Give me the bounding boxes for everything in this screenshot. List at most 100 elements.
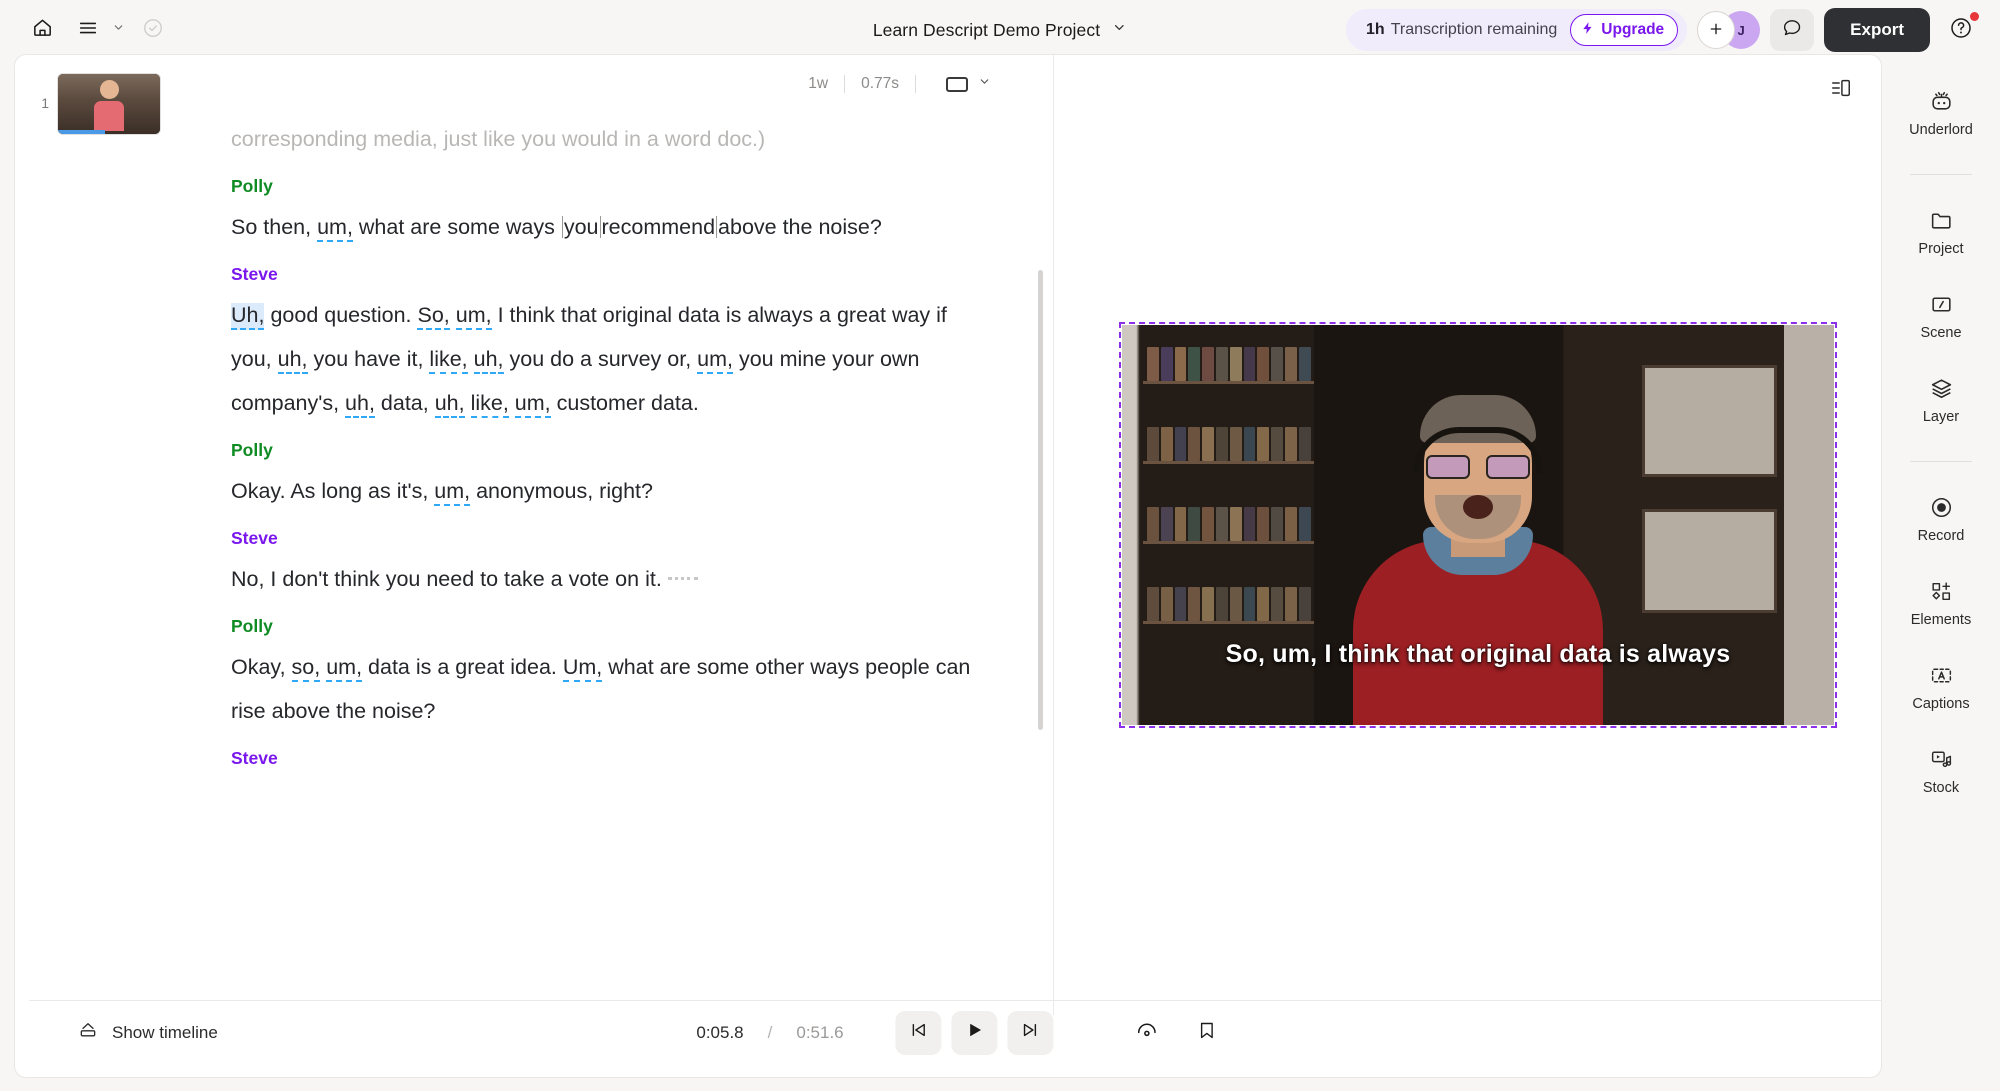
transcript-word-run[interactable]: customer data. xyxy=(551,391,699,415)
video-caption[interactable]: So, um, I think that original data is al… xyxy=(1122,640,1834,669)
filler-word[interactable]: like, xyxy=(470,391,509,418)
transcript-paragraph[interactable]: Polly So then, um, what are some ways you… xyxy=(231,171,973,249)
thumbnail-number: 1 xyxy=(41,95,49,111)
menu-button[interactable] xyxy=(68,10,108,50)
filler-word[interactable]: like, xyxy=(429,347,468,374)
sidebar-item-label: Record xyxy=(1917,528,1965,544)
transcript-word-run[interactable]: So then, xyxy=(231,215,317,239)
transcript-word-run[interactable]: data, xyxy=(375,391,435,415)
paragraph-text[interactable]: Okay. As long as it's, um, anonymous, ri… xyxy=(231,469,973,513)
transcript-paragraph[interactable]: Steve No, I don't think you need to take … xyxy=(231,523,973,601)
upgrade-label: Upgrade xyxy=(1601,21,1665,38)
transcript-paragraph[interactable]: Polly Okay. As long as it's, um, anonymou… xyxy=(231,435,973,513)
sidebar-item-captions[interactable]: Captions xyxy=(1895,662,1987,712)
speaker-label[interactable]: Polly xyxy=(231,171,973,201)
filler-word[interactable]: uh, xyxy=(434,391,465,418)
transcript-text[interactable]: corresponding media, just like you would… xyxy=(183,117,1053,1015)
transcript-word-run[interactable] xyxy=(468,347,474,371)
word-gap-marker[interactable] xyxy=(667,577,698,580)
upgrade-button[interactable]: Upgrade xyxy=(1570,14,1679,46)
time-separator: / xyxy=(767,1022,773,1042)
sidebar-item-stock[interactable]: Stock xyxy=(1895,746,1987,796)
transcript-word-run[interactable]: corresponding media, just like you would… xyxy=(231,127,765,151)
sidebar-item-project[interactable]: Project xyxy=(1895,207,1987,257)
transcript-word-run[interactable] xyxy=(509,391,515,415)
filler-word[interactable]: uh, xyxy=(345,391,375,418)
transcript-word-run[interactable]: Okay. As long as it's, xyxy=(231,479,434,503)
transcript-word-run[interactable]: above the noise? xyxy=(718,215,882,239)
paragraph-text[interactable]: Okay, so, um, data is a great idea. Um, … xyxy=(231,645,973,733)
transcript-paragraph[interactable]: Steve Uh, good question. So, um, I think … xyxy=(231,259,973,425)
comments-button[interactable] xyxy=(1770,9,1815,51)
page-title[interactable]: Learn Descript Demo Project xyxy=(873,20,1100,41)
transcript-word-run[interactable]: good question. xyxy=(264,303,417,327)
transcript-scrollbar[interactable] xyxy=(1038,270,1043,730)
bookmark-button[interactable] xyxy=(1184,1011,1230,1055)
show-timeline-button[interactable]: Show timeline xyxy=(77,1020,218,1045)
speaker-label[interactable]: Polly xyxy=(231,611,973,641)
filler-word[interactable]: uh, xyxy=(277,347,308,374)
transcript-word-run[interactable]: Okay, xyxy=(231,655,292,679)
save-status-button[interactable] xyxy=(133,10,173,50)
playback-speed-button[interactable] xyxy=(1124,1011,1170,1055)
transcript-paragraph[interactable]: Steve xyxy=(231,743,973,773)
speaker-label[interactable]: Steve xyxy=(231,259,973,289)
project-title-group[interactable]: Learn Descript Demo Project xyxy=(873,20,1127,41)
menu-chevron-button[interactable] xyxy=(109,21,127,39)
skip-back-button[interactable] xyxy=(895,1010,942,1055)
add-collaborator-button[interactable] xyxy=(1697,11,1736,49)
export-button[interactable]: Export xyxy=(1824,8,1930,52)
notification-dot xyxy=(1970,12,1979,21)
sidebar-item-record[interactable]: Record xyxy=(1895,494,1987,544)
filler-word[interactable]: So, xyxy=(417,303,450,330)
transcript-word-run[interactable]: No, I don't think you need to take a vot… xyxy=(231,567,662,591)
rectangle-icon xyxy=(946,76,968,92)
help-button[interactable] xyxy=(1940,9,1982,51)
paragraph-text[interactable]: Uh, good question. So, um, I think that … xyxy=(231,293,973,425)
transcript-word-run[interactable]: what are some ways xyxy=(353,215,561,239)
filler-word[interactable]: Um, xyxy=(562,655,603,682)
filler-word[interactable]: um, xyxy=(317,215,353,242)
filler-word[interactable]: uh, xyxy=(473,347,504,374)
filler-word[interactable]: um, xyxy=(514,391,551,418)
sidebar-item-scene[interactable]: Scene xyxy=(1895,291,1987,341)
transcript-paragraph[interactable]: corresponding media, just like you would… xyxy=(231,117,973,161)
filler-word[interactable]: so, xyxy=(291,655,321,682)
editor-card: 1 1w 0.77s corresponding media, just lik… xyxy=(14,54,1882,1078)
skip-forward-button[interactable] xyxy=(1007,1010,1054,1055)
stock-media-icon xyxy=(1929,746,1954,772)
transcript-word-run[interactable]: anonymous, right? xyxy=(470,479,653,503)
transport-buttons xyxy=(895,1010,1054,1055)
speaker-label[interactable]: Steve xyxy=(231,523,973,553)
aspect-ratio-dropdown[interactable] xyxy=(916,75,991,93)
transcript-word-run[interactable]: you do a survey or, xyxy=(504,347,698,371)
thumbnail-row: 1 xyxy=(15,73,183,135)
paragraph-text[interactable]: No, I don't think you need to take a vot… xyxy=(231,557,973,601)
filler-word[interactable]: um, xyxy=(697,347,733,374)
paragraph-text[interactable]: So then, um, what are some ways you recom… xyxy=(231,205,973,249)
chevron-down-icon[interactable] xyxy=(1112,20,1127,40)
filler-word[interactable]: um, xyxy=(455,303,492,330)
filler-word[interactable]: um, xyxy=(326,655,363,682)
scene-thumbnail[interactable] xyxy=(57,73,161,135)
layout-toggle-button[interactable] xyxy=(1823,73,1859,107)
speaker-label[interactable]: Steve xyxy=(231,743,973,773)
paragraph-text[interactable]: corresponding media, just like you would… xyxy=(231,117,973,161)
speaker-label[interactable]: Polly xyxy=(231,435,973,465)
transcript-word-run[interactable] xyxy=(450,303,456,327)
sidebar-item-underlord[interactable]: Underlord xyxy=(1895,88,1987,138)
transcript-word-run[interactable]: you xyxy=(564,215,599,239)
transcript-word-run[interactable]: data is a great idea. xyxy=(362,655,563,679)
scene-slash-icon xyxy=(1929,291,1954,317)
transcript-word-run[interactable] xyxy=(465,391,471,415)
play-button[interactable] xyxy=(951,1010,998,1055)
filler-word[interactable]: um, xyxy=(434,479,471,506)
sidebar-item-layer[interactable]: Layer xyxy=(1895,375,1987,425)
filler-word-selected[interactable]: Uh, xyxy=(231,303,265,330)
transcript-word-run[interactable]: recommend xyxy=(602,215,716,239)
video-preview[interactable]: So, um, I think that original data is al… xyxy=(1119,322,1837,728)
home-button[interactable] xyxy=(22,10,62,50)
sidebar-item-elements[interactable]: Elements xyxy=(1895,578,1987,628)
transcript-word-run[interactable]: you have it, xyxy=(308,347,430,371)
transcript-paragraph[interactable]: Polly Okay, so, um, data is a great idea.… xyxy=(231,611,973,733)
